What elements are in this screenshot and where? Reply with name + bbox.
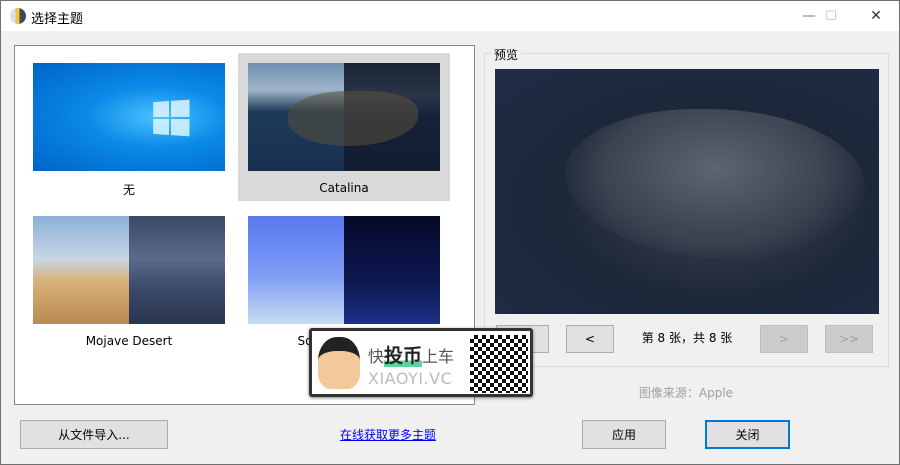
watermark-text: 快: [368, 347, 385, 366]
image-source: 图像来源：Apple: [638, 386, 734, 400]
next-image-button[interactable]: >: [760, 325, 808, 353]
import-from-file-button[interactable]: 从文件导入...: [20, 420, 168, 449]
watermark-text: 上车: [422, 347, 455, 366]
title-bar: 选择主题 — ☐ ✕: [1, 1, 899, 31]
qr-code: [470, 335, 528, 393]
preview-image: [495, 69, 879, 314]
prev-image-button[interactable]: <: [566, 325, 614, 353]
preview-group-label: 预览: [491, 46, 522, 63]
close-window-button[interactable]: ✕: [853, 1, 899, 31]
theme-item-mojave[interactable]: Mojave Desert: [23, 206, 235, 354]
watermark-domain: XIAOYI.VC: [368, 369, 453, 388]
app-icon: [10, 8, 26, 24]
catalina-thumbnail: [248, 63, 440, 171]
mojave-thumbnail: [33, 216, 225, 324]
watermark-overlay: 快投币上车 XIAOYI.VC: [309, 328, 533, 397]
windows-wallpaper-thumbnail: [33, 63, 225, 171]
theme-label: Mojave Desert: [85, 334, 173, 348]
theme-item-none[interactable]: 无: [23, 53, 235, 201]
close-button[interactable]: 关闭: [705, 420, 790, 449]
solar-gradients-thumbnail: [248, 216, 440, 324]
maximize-button[interactable]: ☐: [808, 1, 854, 31]
theme-label: Catalina: [319, 181, 369, 195]
theme-label: 无: [122, 183, 135, 197]
windows-logo-icon: [153, 99, 190, 137]
more-themes-link[interactable]: 在线获取更多主题: [340, 426, 436, 443]
avatar-cartoon: [318, 337, 360, 389]
window-title: 选择主题: [31, 12, 84, 27]
last-image-button[interactable]: >>: [825, 325, 873, 353]
theme-item-catalina[interactable]: Catalina: [238, 53, 450, 201]
theme-dialog: 选择主题 — ☐ ✕ 无 Catalina Mojave Desert Sola…: [0, 0, 900, 465]
image-counter: 第 8 张，共 8 张: [641, 331, 733, 345]
apply-button[interactable]: 应用: [582, 420, 666, 449]
watermark-text: 投币: [384, 345, 423, 367]
